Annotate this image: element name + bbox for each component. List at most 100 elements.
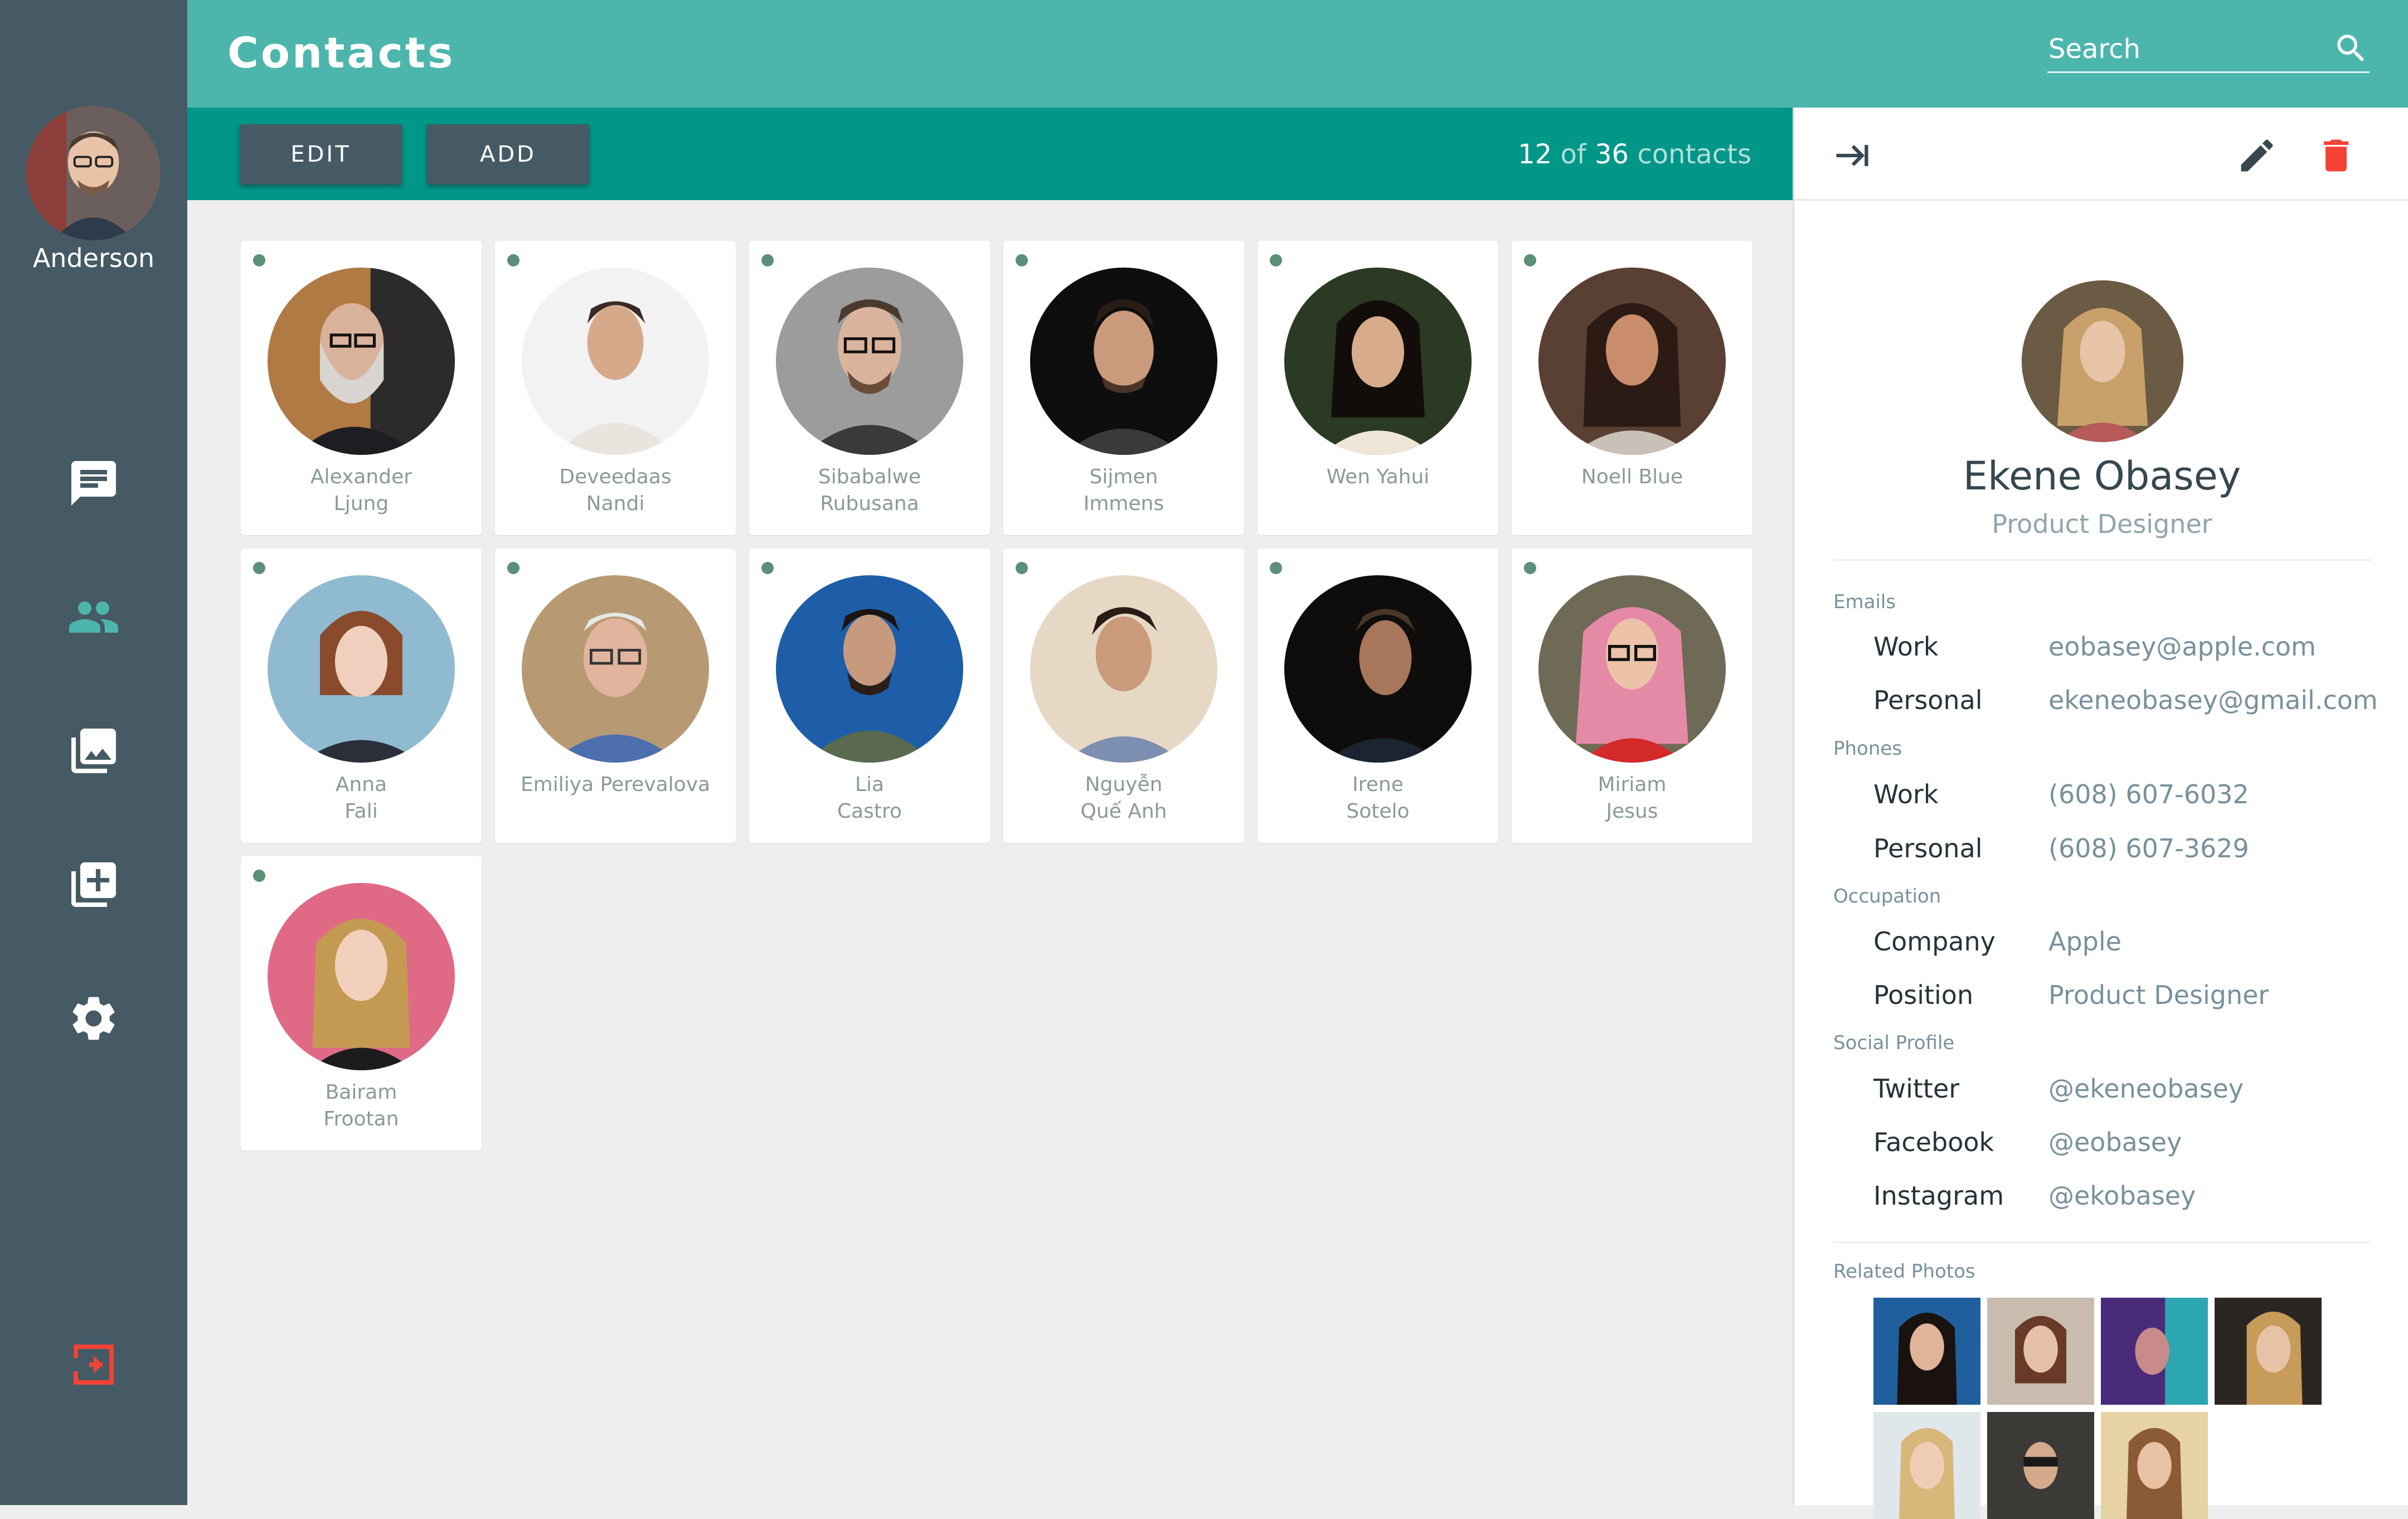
profile-name: Anderson bbox=[32, 243, 155, 273]
contact-name: Emiliya Perevalova bbox=[495, 771, 736, 798]
contact-card[interactable]: Deveedaas Nandi bbox=[495, 241, 736, 535]
contacts-count: 12 of 36 contacts bbox=[1518, 139, 1751, 170]
contacts-shown-count: 12 bbox=[1518, 139, 1552, 170]
contact-name-line1: Emiliya Perevalova bbox=[520, 773, 711, 796]
contact-card[interactable]: Miriam Jesus bbox=[1512, 549, 1752, 843]
contact-card[interactable]: Bairam Frootan bbox=[241, 856, 482, 1151]
contact-photo bbox=[522, 575, 709, 763]
contact-name: Deveedaas Nandi bbox=[495, 464, 736, 517]
contact-detail-panel: Ekene Obasey Product Designer Emails Wor… bbox=[1793, 108, 2408, 1519]
contact-name-line1: Nguyễn bbox=[1085, 773, 1163, 796]
contact-photo bbox=[268, 575, 455, 763]
phone-personal-value[interactable]: (608) 607-3629 bbox=[2048, 833, 2249, 863]
contact-card[interactable]: Sibabalwe Rubusana bbox=[749, 241, 990, 535]
divider bbox=[1833, 559, 2371, 561]
status-dot bbox=[761, 562, 774, 574]
social-instagram-label: Instagram bbox=[1873, 1181, 2004, 1211]
section-title-occupation: Occupation bbox=[1833, 885, 1941, 907]
contacts-count-of: of bbox=[1560, 139, 1586, 170]
social-twitter-label: Twitter bbox=[1873, 1074, 1960, 1104]
contacts-total-count: 36 bbox=[1595, 139, 1629, 170]
contact-card[interactable]: Nguyễn Quế Anh bbox=[1003, 549, 1244, 843]
contact-name: Nguyễn Quế Anh bbox=[1003, 771, 1244, 825]
contact-name: Noell Blue bbox=[1512, 464, 1752, 491]
related-photo[interactable] bbox=[2101, 1412, 2208, 1519]
status-dot bbox=[253, 870, 265, 882]
related-photo[interactable] bbox=[1987, 1412, 2094, 1519]
status-dot bbox=[1270, 562, 1282, 574]
social-facebook-value[interactable]: @eobasey bbox=[2048, 1127, 2182, 1157]
detail-contact-photo bbox=[2022, 280, 2183, 442]
status-dot bbox=[1270, 254, 1282, 266]
contact-photo bbox=[268, 883, 455, 1070]
search-input[interactable] bbox=[2047, 28, 2312, 70]
email-work-value[interactable]: eobasey@apple.com bbox=[2048, 632, 2316, 662]
contact-name-line2: Jesus bbox=[1606, 800, 1658, 823]
contact-name: Lia Castro bbox=[749, 771, 990, 825]
occupation-position-label: Position bbox=[1873, 980, 1974, 1010]
edit-button[interactable]: EDIT bbox=[240, 124, 402, 185]
status-dot bbox=[253, 254, 265, 266]
sidebar: Anderson bbox=[0, 0, 187, 1505]
nav-photos[interactable] bbox=[65, 722, 123, 780]
phone-personal-label: Personal bbox=[1873, 833, 1983, 863]
contact-name-line2: Fali bbox=[344, 800, 378, 823]
related-photo[interactable] bbox=[1873, 1412, 1980, 1519]
contact-card[interactable]: Wen Yahui bbox=[1258, 241, 1498, 535]
section-title-phones: Phones bbox=[1833, 737, 1902, 760]
status-dot bbox=[761, 254, 774, 266]
contact-name: Sibabalwe Rubusana bbox=[749, 464, 990, 517]
add-button[interactable]: ADD bbox=[427, 124, 589, 185]
contact-name-line1: Noell Blue bbox=[1581, 465, 1683, 488]
contact-card[interactable]: Noell Blue bbox=[1512, 241, 1752, 535]
related-photo[interactable] bbox=[2215, 1298, 2322, 1405]
search-icon[interactable] bbox=[2333, 30, 2370, 67]
contact-name-line2: Frootan bbox=[323, 1108, 399, 1130]
contact-card[interactable]: Anna Fali bbox=[241, 549, 482, 843]
occupation-company-value: Apple bbox=[2048, 926, 2121, 957]
contact-photo bbox=[1538, 575, 1726, 763]
related-photo[interactable] bbox=[1873, 1298, 1980, 1405]
nav-contacts[interactable] bbox=[65, 588, 123, 646]
settings-gear-icon bbox=[72, 997, 115, 1040]
contact-photo bbox=[1538, 268, 1726, 455]
social-twitter-value[interactable]: @ekeneobasey bbox=[2048, 1074, 2244, 1104]
contact-name: Sijmen Immens bbox=[1003, 464, 1244, 517]
related-photo[interactable] bbox=[1987, 1298, 2094, 1405]
nav-settings[interactable] bbox=[65, 989, 123, 1047]
contact-card[interactable]: Alexander Ljung bbox=[241, 241, 482, 535]
contact-name-line1: Wen Yahui bbox=[1326, 465, 1430, 488]
related-photo[interactable] bbox=[2101, 1298, 2208, 1405]
contacts-count-suffix: contacts bbox=[1637, 139, 1751, 170]
nav-chat[interactable] bbox=[65, 454, 123, 512]
contact-name-line2: Sotelo bbox=[1346, 800, 1410, 823]
contact-name-line2: Castro bbox=[837, 800, 902, 823]
profile-avatar-image bbox=[26, 106, 161, 240]
status-dot bbox=[1016, 562, 1028, 574]
contact-name: Irene Sotelo bbox=[1258, 771, 1498, 825]
delete-trash-icon[interactable] bbox=[2315, 134, 2357, 177]
social-facebook-label: Facebook bbox=[1873, 1127, 1994, 1157]
status-dot bbox=[1016, 254, 1028, 266]
phone-work-value[interactable]: (608) 607-6032 bbox=[2048, 779, 2249, 809]
contact-card[interactable]: Irene Sotelo bbox=[1258, 549, 1498, 843]
contact-photo bbox=[522, 268, 709, 455]
contact-photo bbox=[776, 268, 963, 455]
contact-name-line1: Irene bbox=[1352, 773, 1404, 796]
contact-card[interactable]: Emiliya Perevalova bbox=[495, 549, 736, 843]
email-personal-value[interactable]: ekeneobasey@gmail.com bbox=[2048, 685, 2378, 715]
contact-name-line2: Nandi bbox=[586, 492, 645, 515]
divider bbox=[1833, 1241, 2371, 1243]
edit-pencil-icon[interactable] bbox=[2236, 134, 2278, 177]
contact-name: Bairam Frootan bbox=[241, 1079, 482, 1133]
contact-name: Anna Fali bbox=[241, 771, 482, 825]
photo-library-icon bbox=[71, 729, 116, 773]
nav-add-library[interactable] bbox=[65, 856, 123, 914]
contact-card[interactable]: Sijmen Immens bbox=[1003, 241, 1244, 535]
profile-avatar[interactable] bbox=[26, 106, 161, 240]
nav-logout[interactable] bbox=[65, 1336, 123, 1394]
collapse-panel-icon[interactable] bbox=[1831, 134, 1873, 177]
social-instagram-value[interactable]: @ekobasey bbox=[2048, 1181, 2196, 1211]
contact-card[interactable]: Lia Castro bbox=[749, 549, 990, 843]
email-work-label: Work bbox=[1873, 632, 1939, 662]
